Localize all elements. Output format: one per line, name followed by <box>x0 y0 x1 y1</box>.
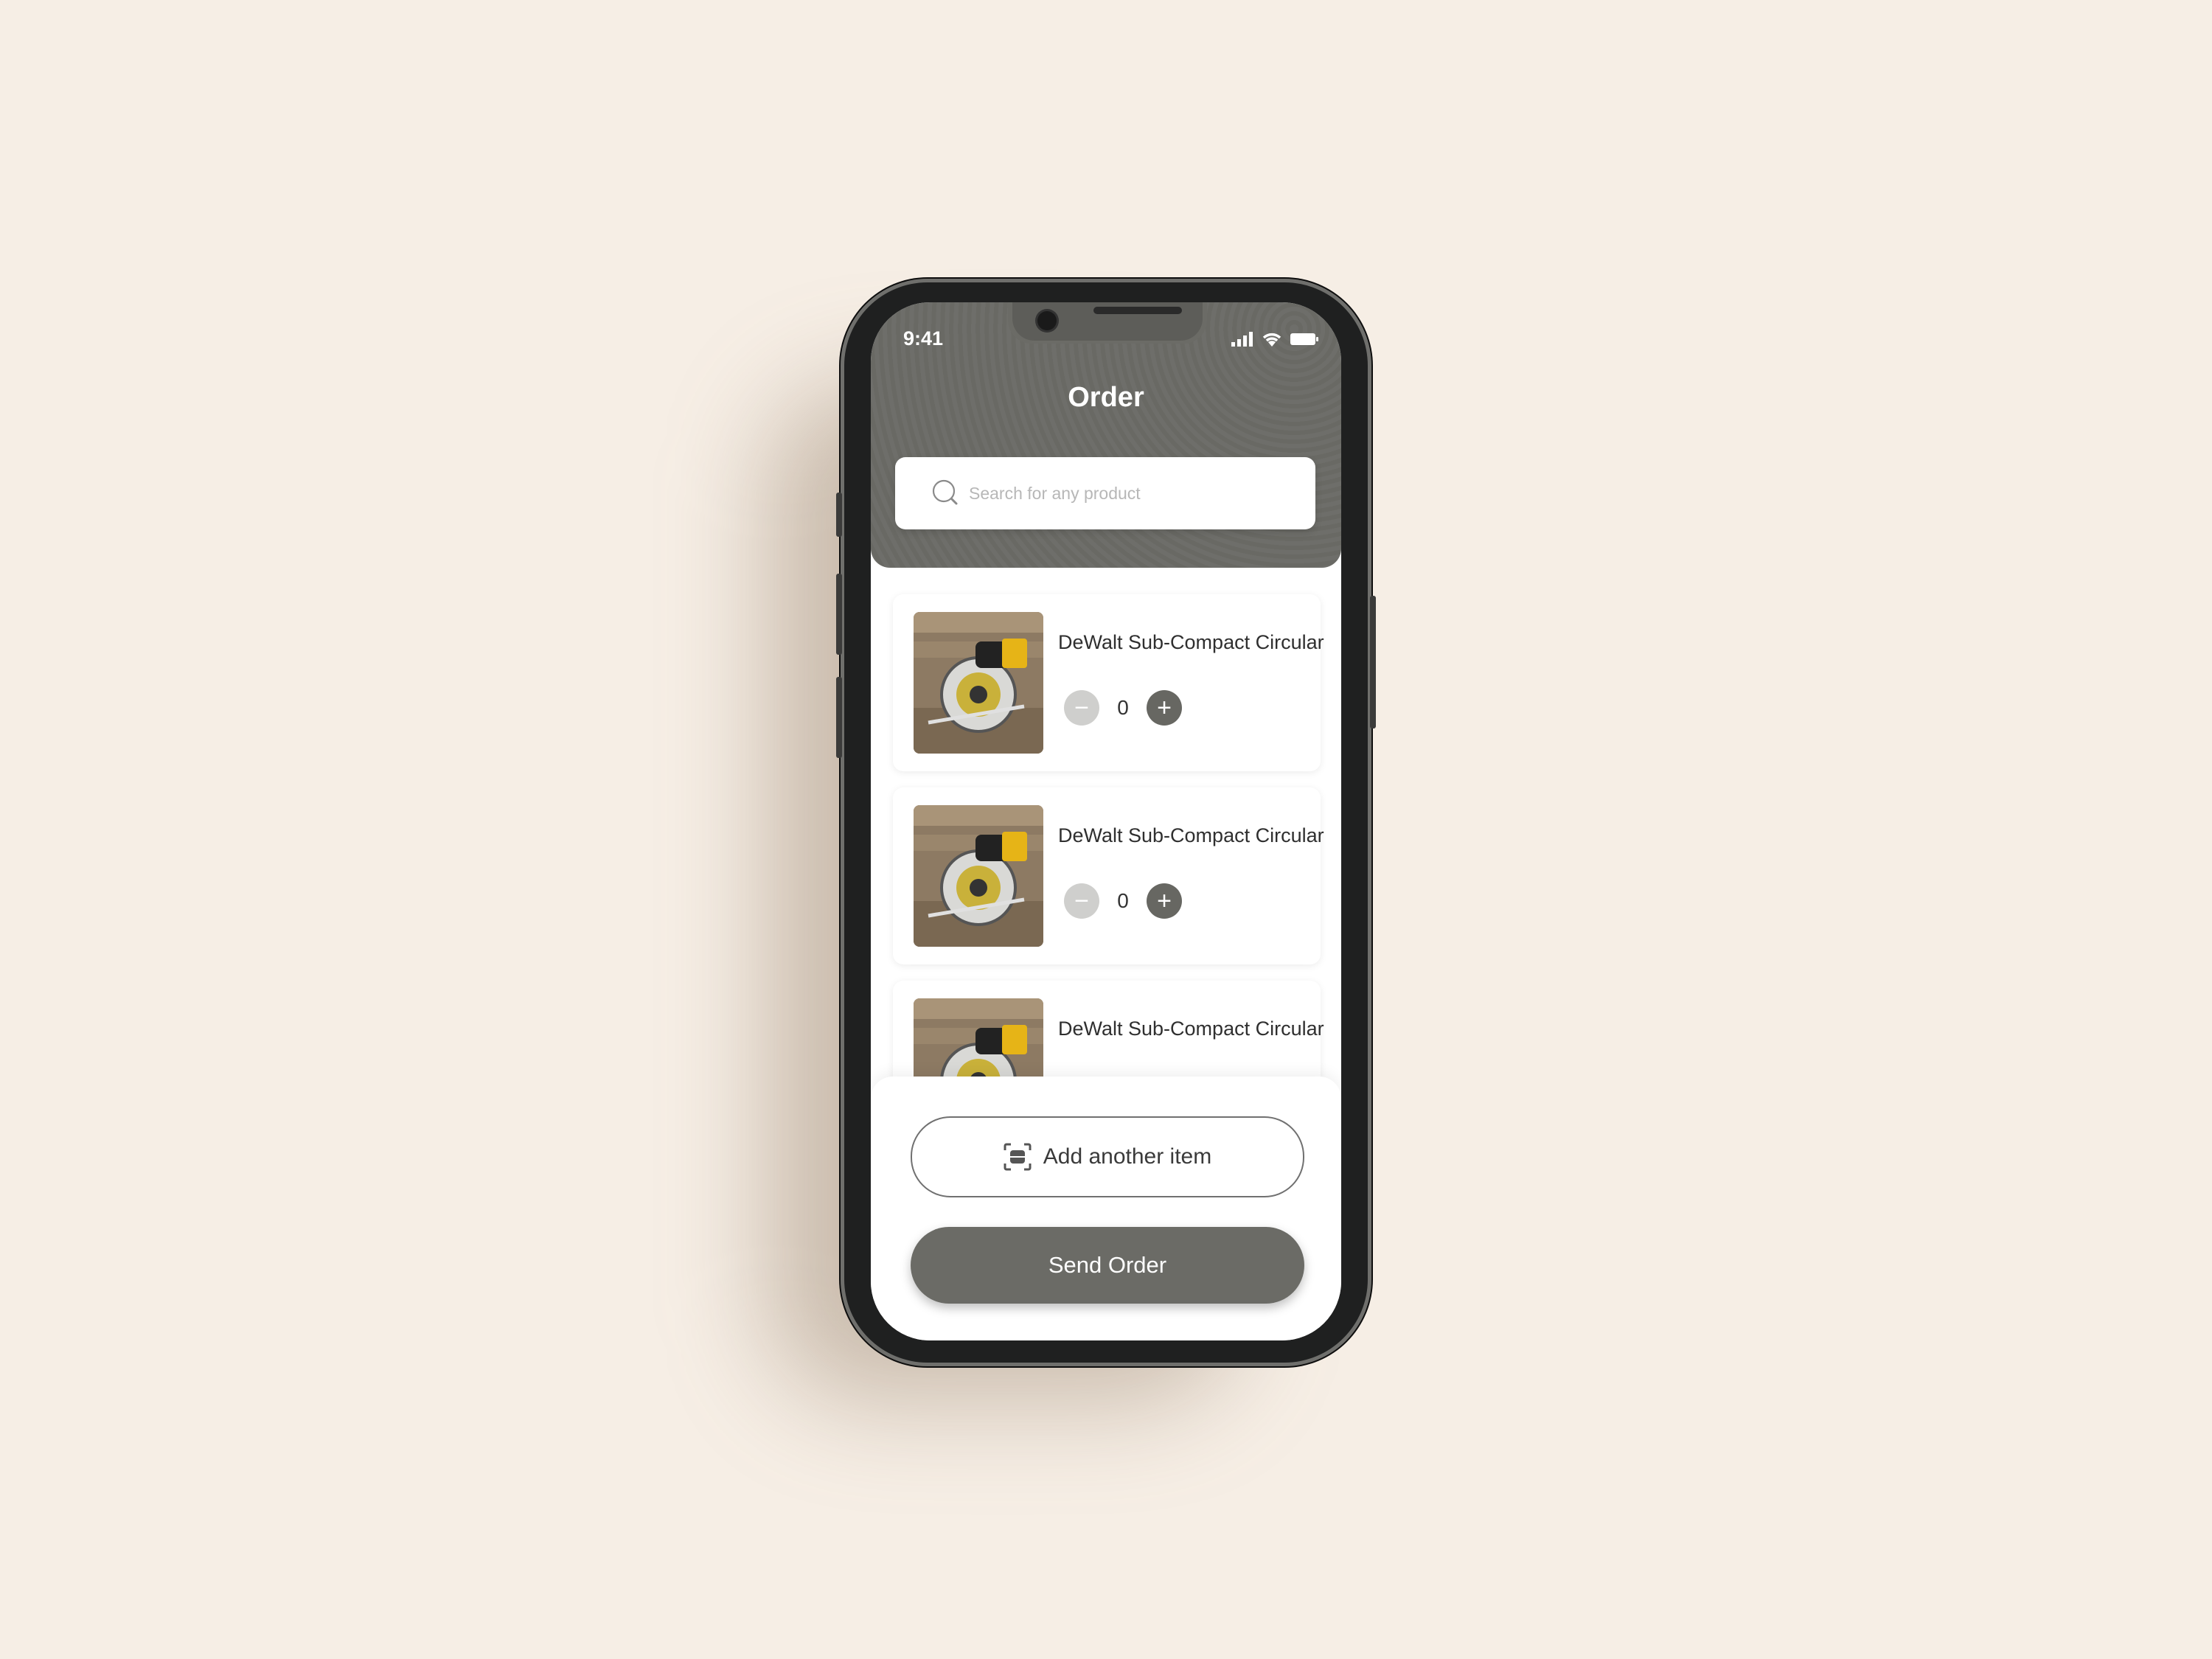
minus-icon: − <box>1074 887 1089 915</box>
quantity-value: 0 <box>1117 889 1129 912</box>
minus-icon: − <box>1074 694 1089 722</box>
volume-up-button <box>836 574 842 655</box>
product-card[interactable]: DeWalt Sub-Compact Circular − 0 + <box>893 594 1324 771</box>
product-name: DeWalt Sub-Compact Circular <box>1058 631 1324 653</box>
bottom-action-panel: Add another item Send Order <box>871 1077 1341 1340</box>
increase-quantity-button[interactable]: + <box>1147 883 1182 919</box>
quantity-stepper: − 0 + <box>1064 880 1182 922</box>
scene: 9:41 Order Search for any product DeWalt… <box>0 0 2212 1659</box>
search-bar[interactable] <box>895 457 1315 529</box>
phone-frame: 9:41 Order Search for any product DeWalt… <box>836 279 1376 1366</box>
battery-icon <box>1290 333 1318 345</box>
plus-icon: + <box>1157 694 1172 722</box>
camera <box>1037 311 1057 330</box>
search-input[interactable] <box>967 478 1295 509</box>
send-order-label: Send Order <box>1048 1252 1167 1278</box>
send-order-button[interactable]: Send Order <box>911 1227 1304 1304</box>
search-icon <box>932 479 958 505</box>
mute-switch <box>836 493 842 537</box>
volume-down-button <box>836 677 842 758</box>
product-card[interactable]: DeWalt Sub-Compact Circular − 0 + <box>893 787 1324 964</box>
scan-icon <box>1004 1143 1032 1171</box>
product-name: DeWalt Sub-Compact Circular <box>1058 824 1324 846</box>
add-another-item-button[interactable]: Add another item <box>911 1116 1304 1197</box>
status-time: 9:41 <box>903 327 944 349</box>
decrease-quantity-button[interactable]: − <box>1064 690 1099 726</box>
product-image <box>914 612 1043 754</box>
speaker <box>1093 307 1182 314</box>
quantity-value: 0 <box>1117 696 1129 719</box>
quantity-stepper: − 0 + <box>1064 687 1182 728</box>
page-title: Order <box>1068 382 1144 413</box>
status-icons <box>1231 330 1319 347</box>
phone-screen: 9:41 Order Search for any product DeWalt… <box>871 302 1341 1340</box>
decrease-quantity-button[interactable]: − <box>1064 883 1099 919</box>
product-image <box>914 805 1043 947</box>
plus-icon: + <box>1157 887 1172 915</box>
power-button <box>1370 596 1376 728</box>
wifi-icon <box>1262 333 1281 347</box>
product-name: DeWalt Sub-Compact Circular <box>1058 1018 1324 1040</box>
increase-quantity-button[interactable]: + <box>1147 690 1182 726</box>
signal-icon <box>1231 332 1253 347</box>
add-item-label: Add another item <box>1043 1144 1212 1169</box>
